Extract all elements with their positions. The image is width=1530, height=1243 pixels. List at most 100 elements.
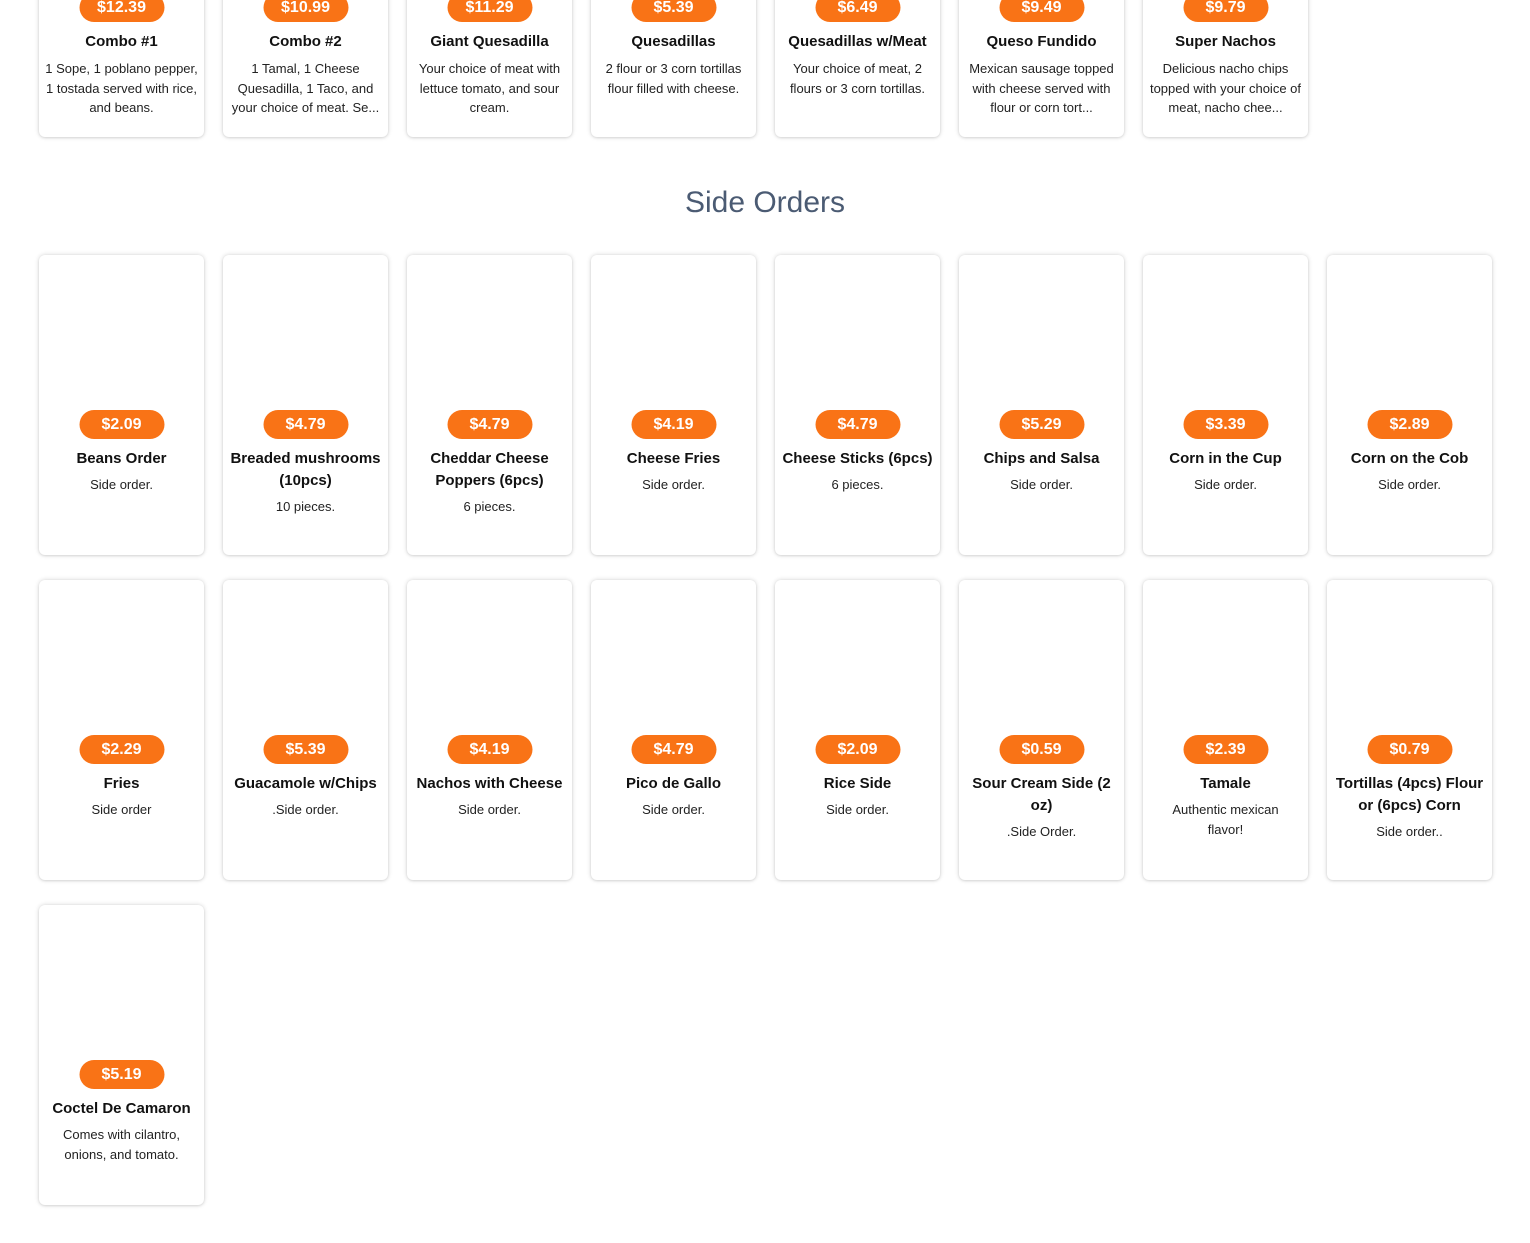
menu-item-card[interactable]: $4.79 Cheddar Cheese Poppers (6pcs) 6 pi… — [407, 255, 572, 555]
price-badge: $4.19 — [447, 735, 532, 764]
price-badge: $4.79 — [815, 410, 900, 439]
menu-item-card[interactable]: $6.49 Quesadillas w/Meat Your choice of … — [775, 0, 940, 137]
item-name: Chips and Salsa — [983, 450, 1100, 467]
item-name: Combo #2 — [269, 33, 342, 50]
menu-item-card[interactable]: $4.19 Nachos with Cheese Side order. — [407, 580, 572, 880]
price-badge: $11.29 — [447, 0, 532, 22]
item-description: Delicious nacho chips topped with your c… — [1149, 61, 1302, 115]
item-name: Corn on the Cob — [1350, 450, 1469, 467]
price-badge: $9.49 — [999, 0, 1084, 22]
item-name: Cheddar Cheese Poppers (6pcs) — [430, 450, 549, 489]
item-image-placeholder — [959, 580, 1124, 730]
side-orders-grid: $2.09 Beans Order Side order. $4.79 Brea… — [39, 255, 1492, 1205]
price-badge: $4.79 — [447, 410, 532, 439]
item-description: 2 flour or 3 corn tortillas flour filled… — [605, 61, 742, 96]
item-name: Cheese Fries — [626, 450, 721, 467]
price-badge: $2.09 — [815, 735, 900, 764]
price-badge: $3.39 — [1183, 410, 1268, 439]
item-image-placeholder — [223, 255, 388, 405]
item-description: 1 Sope, 1 poblano pepper, 1 tostada serv… — [45, 61, 198, 115]
menu-item-card[interactable]: $5.19 Coctel De Camaron Comes with cilan… — [39, 905, 204, 1205]
item-description: Side order. — [1194, 477, 1257, 492]
item-description: Side order. — [458, 802, 521, 817]
item-name: Quesadillas — [631, 33, 716, 50]
price-badge: $4.79 — [631, 735, 716, 764]
section-title-side-orders: Side Orders — [684, 186, 846, 219]
item-description: Side order.. — [1376, 824, 1443, 839]
item-image-placeholder — [591, 580, 756, 730]
item-description: Comes with cilantro, onions, and tomato. — [62, 1127, 181, 1162]
menu-item-card[interactable]: $10.99 Combo #2 1 Tamal, 1 Cheese Quesad… — [223, 0, 388, 137]
item-name: Beans Order — [76, 450, 167, 467]
menu-item-card[interactable]: $9.79 Super Nachos Delicious nacho chips… — [1143, 0, 1308, 137]
item-image-placeholder — [407, 255, 572, 405]
menu-item-card[interactable]: $5.39 Guacamole w/Chips .Side order. — [223, 580, 388, 880]
item-description: Side order. — [642, 477, 705, 492]
menu-item-card[interactable]: $4.79 Pico de Gallo Side order. — [591, 580, 756, 880]
menu-item-card[interactable]: $12.39 Combo #1 1 Sope, 1 poblano pepper… — [39, 0, 204, 137]
item-image-placeholder — [223, 580, 388, 730]
item-name: Pico de Gallo — [625, 775, 722, 792]
item-description: 6 pieces. — [831, 477, 884, 492]
item-name: Sour Cream Side (2 oz) — [972, 775, 1111, 814]
menu-item-card[interactable]: $2.09 Rice Side Side order. — [775, 580, 940, 880]
menu-item-card[interactable]: $9.49 Queso Fundido Mexican sausage topp… — [959, 0, 1124, 137]
item-name: Rice Side — [823, 775, 892, 792]
menu-item-card[interactable]: $4.19 Cheese Fries Side order. — [591, 255, 756, 555]
price-badge: $5.19 — [79, 1060, 164, 1089]
item-image-placeholder — [775, 580, 940, 730]
item-name: Combo #1 — [85, 33, 158, 50]
item-name: Queso Fundido — [986, 33, 1097, 50]
item-image-placeholder — [775, 255, 940, 405]
item-description: Your choice of meat with lettuce tomato,… — [418, 61, 561, 115]
item-description: Side order. — [1378, 477, 1441, 492]
item-description: 10 pieces. — [275, 499, 336, 514]
item-image-placeholder — [591, 255, 756, 405]
menu-item-card[interactable]: $3.39 Corn in the Cup Side order. — [1143, 255, 1308, 555]
menu-item-card[interactable]: $2.89 Corn on the Cob Side order. — [1327, 255, 1492, 555]
item-name: Guacamole w/Chips — [234, 775, 377, 792]
menu-item-card[interactable]: $2.09 Beans Order Side order. — [39, 255, 204, 555]
item-name: Giant Quesadilla — [430, 33, 549, 50]
item-name: Fries — [103, 775, 140, 792]
item-description: Side order. — [642, 802, 705, 817]
item-description: Side order. — [826, 802, 889, 817]
item-name: Nachos with Cheese — [416, 775, 563, 792]
item-image-placeholder — [1327, 580, 1492, 730]
menu-item-card[interactable]: $4.79 Cheese Sticks (6pcs) 6 pieces. — [775, 255, 940, 555]
price-badge: $12.39 — [79, 0, 164, 22]
price-badge: $4.79 — [263, 410, 348, 439]
menu-item-card[interactable]: $0.59 Sour Cream Side (2 oz) .Side Order… — [959, 580, 1124, 880]
item-name: Tamale — [1200, 775, 1251, 792]
item-name: Tortillas (4pcs) Flour or (6pcs) Corn — [1335, 775, 1484, 814]
item-image-placeholder — [1143, 255, 1308, 405]
item-description: Side order. — [1010, 477, 1073, 492]
menu-item-card[interactable]: $2.39 Tamale Authentic mexican flavor! — [1143, 580, 1308, 880]
menu-item-card[interactable]: $5.39 Quesadillas 2 flour or 3 corn tort… — [591, 0, 756, 137]
item-image-placeholder — [407, 580, 572, 730]
item-image-placeholder — [39, 905, 204, 1055]
price-badge: $0.79 — [1367, 735, 1452, 764]
price-badge: $2.39 — [1183, 735, 1268, 764]
item-name: Cheese Sticks (6pcs) — [782, 450, 933, 467]
item-description: 1 Tamal, 1 Cheese Quesadilla, 1 Taco, an… — [231, 61, 380, 115]
item-image-placeholder — [959, 255, 1124, 405]
price-badge: $4.19 — [631, 410, 716, 439]
price-badge: $10.99 — [263, 0, 348, 22]
menu-item-card[interactable]: $0.79 Tortillas (4pcs) Flour or (6pcs) C… — [1327, 580, 1492, 880]
menu-item-card[interactable]: $11.29 Giant Quesadilla Your choice of m… — [407, 0, 572, 137]
menu-item-card[interactable]: $2.29 Fries Side order — [39, 580, 204, 880]
price-badge: $2.29 — [79, 735, 164, 764]
price-badge: $5.39 — [263, 735, 348, 764]
item-image-placeholder — [39, 580, 204, 730]
price-badge: $2.09 — [79, 410, 164, 439]
menu-item-card[interactable]: $4.79 Breaded mushrooms (10pcs) 10 piece… — [223, 255, 388, 555]
item-description: Side order. — [90, 477, 153, 492]
item-name: Breaded mushrooms (10pcs) — [230, 450, 381, 489]
menu-page: $12.39 Combo #1 1 Sope, 1 poblano pepper… — [0, 0, 1530, 1243]
menu-item-card[interactable]: $5.29 Chips and Salsa Side order. — [959, 255, 1124, 555]
item-image-placeholder — [1327, 255, 1492, 405]
item-description: Side order — [91, 802, 152, 817]
item-description: .Side order. — [272, 802, 339, 817]
item-description: 6 pieces. — [463, 499, 516, 514]
